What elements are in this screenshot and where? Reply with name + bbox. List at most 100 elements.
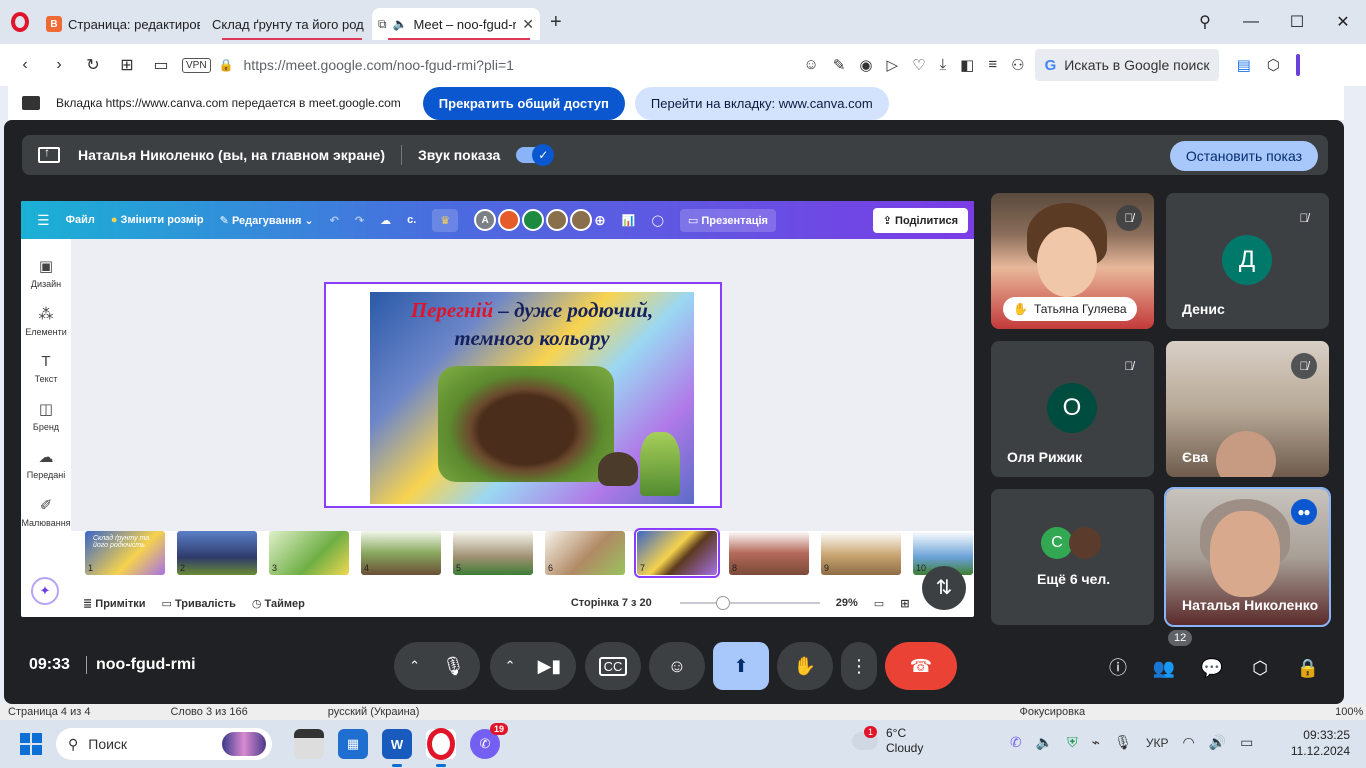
canva-resize-button[interactable]: ● Змінити розмір (111, 214, 204, 226)
task-view-icon[interactable] (294, 729, 324, 759)
avatar[interactable] (522, 209, 545, 231)
vpn-badge[interactable]: VPN (182, 57, 211, 73)
go-to-tab-button[interactable]: Перейти на вкладку: www.canva.com (634, 86, 889, 120)
add-collaborator-icon[interactable]: ⊕ (594, 212, 606, 229)
windows-start-icon[interactable] (20, 733, 42, 755)
workspace-icon[interactable]: ▤ (1237, 56, 1251, 74)
timer-button[interactable]: ◷ Таймер (252, 597, 305, 610)
maximize-icon[interactable]: ☐ (1274, 12, 1320, 32)
keyboard-language[interactable]: УКР (1146, 736, 1169, 750)
pip-icon[interactable]: ⧉ (378, 17, 387, 32)
sidebar-icon[interactable]: ◧ (960, 56, 974, 74)
undo-icon[interactable]: ↶ (330, 214, 339, 227)
url-field[interactable]: https://meet.google.com/noo-fgud-rmi?pli… (244, 57, 804, 73)
grid-icon[interactable]: ⊞ (110, 55, 144, 75)
swap-layout-button[interactable]: ⇅ (922, 566, 966, 610)
host-controls-icon[interactable]: 🔒 (1290, 650, 1326, 686)
slide-thumbnail[interactable]: 2 (177, 531, 257, 575)
canva-edit-button[interactable]: ✎ Редагування ⌄ (220, 214, 314, 227)
sound-toggle[interactable] (516, 144, 555, 166)
viber-app-icon[interactable]: ✆ 19 (470, 723, 508, 759)
emoji-icon[interactable]: ☺ (804, 56, 819, 74)
edit-icon[interactable]: ✎ (833, 56, 846, 74)
sidebar-item-uploads[interactable]: ☁ Передані (27, 448, 66, 480)
duration-button[interactable]: ▭ Тривалість (162, 597, 236, 610)
canva-file-menu[interactable]: Файл (66, 214, 95, 226)
present-button[interactable]: ▭ Презентація (679, 208, 776, 232)
slide-thumbnail[interactable]: 8 (729, 531, 809, 575)
slide-thumbnail[interactable]: 4 (361, 531, 441, 575)
slide-thumbnail[interactable]: 5 (453, 531, 533, 575)
store-icon[interactable]: ▦ (338, 729, 368, 759)
new-tab-icon[interactable]: + (540, 11, 572, 34)
slide-thumbnail[interactable]: 3 (269, 531, 349, 575)
more-participants-tile[interactable]: С Ещё 6 чел. (991, 489, 1154, 625)
taskbar-clock[interactable]: 09:33:25 11.12.2024 (1291, 727, 1350, 759)
avatar[interactable] (498, 209, 521, 231)
camera-button[interactable]: ⌃ ▶▮ (490, 642, 576, 690)
avatar[interactable] (546, 209, 569, 231)
sidebar-item-draw[interactable]: ✐ Малювання (21, 496, 70, 528)
microphone-icon[interactable]: 🎙 (1114, 734, 1132, 751)
hamburger-icon[interactable]: ☰ (37, 212, 50, 229)
google-search-field[interactable]: G Искать в Google поиск (1034, 49, 1219, 81)
chevron-up-icon[interactable]: ⌃ (505, 658, 516, 674)
people-icon[interactable]: 👥 (1146, 650, 1182, 686)
zoom-slider-handle[interactable] (715, 596, 730, 610)
zoom-slider[interactable] (679, 596, 820, 610)
insights-icon[interactable]: 📊 (622, 214, 636, 227)
sidebar-item-design[interactable]: ▣ Дизайн (31, 257, 61, 289)
heart-icon[interactable]: ♡ (912, 56, 925, 74)
play-icon[interactable]: ▷ (887, 56, 899, 74)
notes-button[interactable]: ≣ Примітки (83, 597, 146, 610)
sidebar-item-brand[interactable]: ◫ Бренд (33, 400, 59, 432)
menu-icon[interactable]: ≡ (988, 56, 997, 74)
crown-button[interactable]: ♛ (432, 208, 459, 232)
close-window-icon[interactable]: ✕ (1320, 12, 1366, 32)
slide-thumbnail[interactable]: 6 (545, 531, 625, 575)
sidebar-item-elements[interactable]: ⁂ Елементи (25, 305, 67, 337)
participant-tile[interactable]: 🎙̸ ✋ Татьяна Гуляева (991, 193, 1154, 329)
word-app-icon[interactable]: W (382, 729, 412, 767)
participant-tile[interactable]: 🎙̸ Єва (1166, 341, 1329, 477)
present-now-button[interactable]: ⬆ (713, 642, 769, 690)
share-button[interactable]: ⇪ Поділитися (872, 207, 968, 233)
back-icon[interactable]: ‹ (8, 56, 42, 74)
tab-blogger[interactable]: B Страница: редактирован (40, 8, 206, 40)
extensions-icon[interactable]: ⬡ (1267, 56, 1280, 74)
avatar[interactable]: A (474, 209, 497, 231)
zoom-level[interactable]: 29% (836, 597, 858, 609)
opera-app-icon[interactable] (426, 729, 456, 767)
opera-menu-icon[interactable] (0, 0, 40, 44)
tab-meet[interactable]: ⧉ 🔈 Meet – noo-fgud-r ✕ (372, 8, 540, 40)
meeting-info-icon[interactable]: ⓘ (1100, 650, 1136, 686)
viber-tray-icon[interactable]: ✆ (1010, 734, 1022, 751)
chat-icon[interactable]: 💬 (1194, 650, 1230, 686)
stop-presenting-button[interactable]: Остановить показ (1169, 141, 1318, 171)
stop-sharing-button[interactable]: Прекратить общий доступ (422, 86, 625, 120)
weather-widget[interactable]: 1 6°C Cloudy (852, 726, 923, 756)
camera-icon[interactable]: ▭ (144, 55, 178, 75)
search-tabs-icon[interactable]: ⚲ (1182, 12, 1228, 32)
avatar[interactable] (570, 209, 593, 231)
cloud-save-icon[interactable]: ☁ (380, 214, 391, 227)
redo-icon[interactable]: ↷ (355, 214, 364, 227)
taskbar-search[interactable]: ⚲ Поиск (56, 728, 272, 760)
participant-tile-self[interactable]: ⦁⦁ Наталья Николенко (1164, 487, 1331, 627)
close-tab-icon[interactable]: ✕ (522, 16, 534, 33)
speaker-icon[interactable]: 🔈 (393, 17, 408, 31)
lock-icon[interactable]: 🔒 (219, 58, 234, 72)
slide-thumbnail-selected[interactable]: 7 (634, 528, 720, 578)
captions-button[interactable]: CC (585, 642, 641, 690)
snapshot-icon[interactable]: ◉ (859, 56, 872, 74)
battery-icon[interactable]: ▭ (1240, 734, 1253, 751)
page-view-icon[interactable]: ▭ (874, 597, 884, 610)
chevron-up-icon[interactable]: ⌃ (409, 658, 420, 674)
grid-view-icon[interactable]: ⊞ (900, 597, 909, 610)
forward-icon[interactable]: › (42, 56, 76, 74)
participant-tile[interactable]: 🎙̸ Д Денис (1166, 193, 1329, 329)
reload-icon[interactable]: ↻ (76, 55, 110, 75)
tab-canva[interactable]: C Склад ґрунту та його род (206, 8, 372, 40)
profile-icon[interactable]: ⚇ (1011, 56, 1024, 74)
raise-hand-button[interactable]: ✋ (777, 642, 833, 690)
